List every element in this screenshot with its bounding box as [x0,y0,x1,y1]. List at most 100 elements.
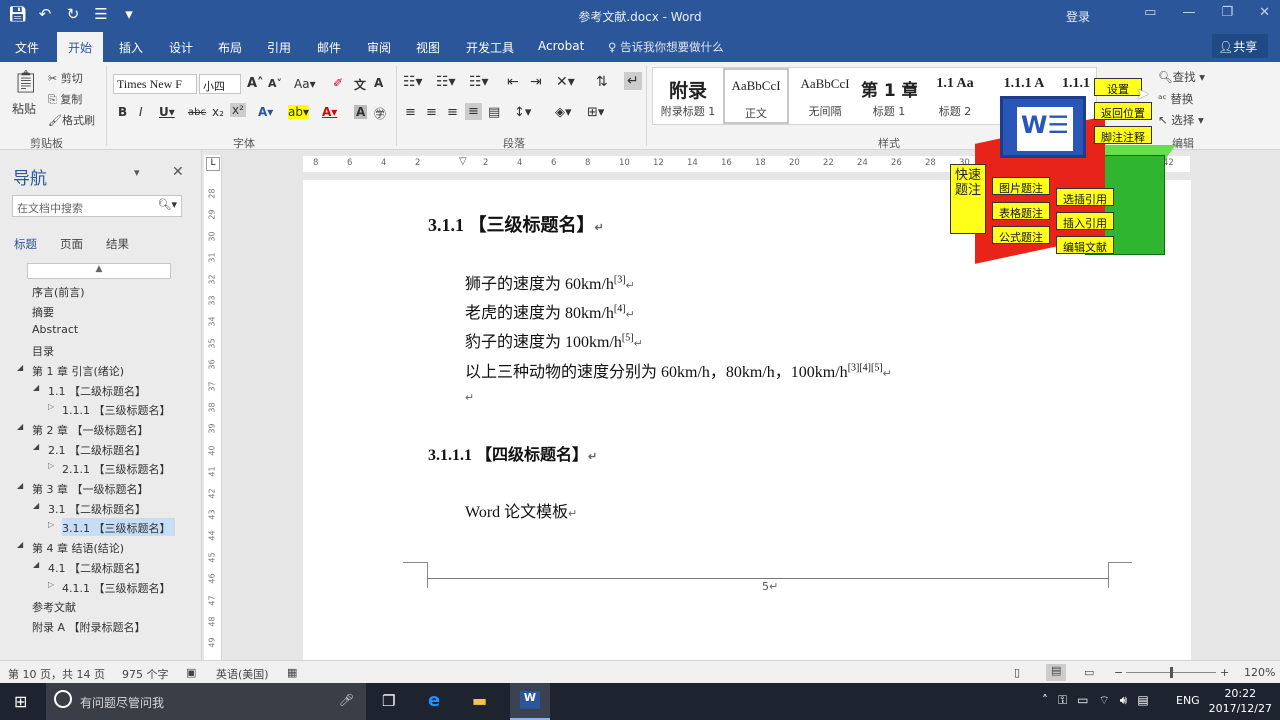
nav-heading-item[interactable]: 附录 A 【附录标题名】 [32,617,150,635]
strikethrough-icon[interactable]: abc [188,107,206,118]
font-color-icon[interactable]: A▾ [322,105,337,119]
italic-icon[interactable]: I [139,105,143,119]
style-heading-2[interactable]: 1.1 Aa 标题 2 [921,68,989,124]
empty-paragraph[interactable]: ↵ [465,388,474,406]
nav-search-input[interactable]: 在文档中搜索 🔍︎▾ [12,195,182,217]
footnote-label[interactable]: 脚注注释 [1094,126,1152,144]
edit-bibliography-label[interactable]: 编辑文献 [1056,236,1114,254]
distributed-icon[interactable]: ▤ [488,105,500,120]
superscript-icon[interactable]: x² [230,103,246,117]
style-heading-1[interactable]: 第 1 章 标题 1 [861,68,917,124]
paste-button[interactable]: 粘贴 [12,100,36,117]
tab-mailings[interactable]: 邮件 [317,39,341,56]
paste-icon[interactable]: 📋︎ [12,70,40,95]
increase-indent-icon[interactable]: ⇥ [530,74,542,90]
tab-home[interactable]: 开始 [57,32,104,62]
battery-icon[interactable]: ▭ [1077,693,1088,708]
figure-caption-label[interactable]: 图片题注 [992,177,1050,195]
settings-label[interactable]: 设置 [1094,78,1142,96]
nav-heading-item[interactable]: ◢ 2.1 【二级标题名】 [33,440,150,458]
char-shading-icon[interactable]: A [354,105,368,119]
nav-heading-item[interactable]: ▷ 2.1.1 【三级标题名】 [48,459,175,477]
network-icon[interactable]: ⚿ [1058,693,1067,708]
tray-expand-icon[interactable]: ˄ [1042,693,1048,708]
volume-icon[interactable]: 🔊︎ [1120,693,1128,708]
nav-position-indicator[interactable]: ▲ [27,263,171,279]
footer-page-number[interactable]: 5↵ [762,580,778,593]
nav-heading-item[interactable]: 序言(前言) [32,282,89,300]
page-count[interactable]: 第 10 页，共 14 页 [8,666,105,682]
heading-4[interactable]: 3.1.1.1 【四级标题名】↵ [428,441,597,465]
notification-icon[interactable]: ▤ [1137,693,1148,708]
tab-review[interactable]: 审阅 [367,39,391,56]
return-position-label[interactable]: 返回位置 [1094,102,1152,120]
collapse-arrow-icon[interactable]: ◢ [17,422,23,431]
word-taskbar-icon[interactable]: W [510,683,550,720]
grow-font-icon[interactable]: A˄ [247,76,264,91]
tab-design[interactable]: 设计 [169,39,193,56]
read-mode-icon[interactable]: ▯ [1014,666,1020,679]
nav-tab-pages[interactable]: 页面 [60,236,83,252]
expand-arrow-icon[interactable]: ▷ [48,580,54,589]
line-spacing-icon[interactable]: ↕▾ [514,105,531,120]
nav-heading-item[interactable]: ◢ 第 4 章 结语(结论) [17,538,128,556]
tab-developer[interactable]: 开发工具 [466,39,514,56]
asian-layout-icon[interactable]: ✕▾ [556,74,575,90]
nav-heading-item[interactable]: Abstract [32,321,82,339]
nav-heading-item[interactable]: 摘要 [32,302,58,320]
doc-line-4[interactable]: 以上三种动物的速度分别为 60km/h，80km/h，100km/h[3][4]… [465,358,892,382]
collapse-arrow-icon[interactable]: ◢ [33,383,39,392]
vertical-ruler[interactable]: L 28 29 30 31 32 33 34 35 36 37 38 39 40 41 42 43 44 45 46… [204,155,222,660]
bold-icon[interactable]: B [118,105,127,119]
tab-layout[interactable]: 布局 [218,39,242,56]
nav-heading-item[interactable]: ◢ 第 1 章 引言(绪论) [17,361,128,379]
copy-button[interactable]: ⎘ 复制 [48,91,82,107]
show-marks-icon[interactable]: ↵ [624,72,642,90]
web-layout-icon[interactable]: ▭ [1084,666,1094,679]
nav-options-icon[interactable]: ▾ [134,166,140,179]
collapse-arrow-icon[interactable]: ◢ [33,442,39,451]
maximize-icon[interactable]: ❐ [1221,5,1233,20]
search-icon[interactable]: 🔍︎▾ [158,198,178,211]
expand-arrow-icon[interactable]: ▷ [48,461,54,470]
expand-arrow-icon[interactable]: ▷ [48,402,54,411]
windows-start-icon[interactable]: ⊞ [14,692,27,711]
nav-heading-item[interactable]: ◢ 3.1 【二级标题名】 [33,499,150,517]
collapse-arrow-icon[interactable]: ◢ [17,540,23,549]
word-count[interactable]: 975 个字 [122,666,169,682]
underline-icon[interactable]: U▾ [159,105,175,119]
decrease-indent-icon[interactable]: ⇤ [507,74,519,90]
login-link[interactable]: 登录 [1066,8,1090,25]
nav-heading-item[interactable]: 目录 [32,341,58,359]
indent-marker-icon[interactable]: ▽ [459,156,467,167]
input-language[interactable]: ENG [1176,694,1200,707]
macro-icon[interactable]: ▦ [287,666,297,679]
tab-insert[interactable]: 插入 [119,39,143,56]
edge-icon[interactable]: e [428,690,440,711]
minimize-icon[interactable]: — [1182,5,1195,20]
zoom-slider-thumb[interactable] [1170,667,1173,678]
collapse-arrow-icon[interactable]: ◢ [17,363,23,372]
borders-icon[interactable]: ⊞▾ [587,105,604,120]
multilevel-list-icon[interactable]: ☷▾ [469,74,489,90]
text-effects-icon[interactable]: A▾ [258,105,273,119]
phonetic-icon[interactable]: 文 [354,76,366,93]
collapse-arrow-icon[interactable]: ◢ [33,560,39,569]
format-painter-button[interactable]: 🖌︎格式刷 [48,112,95,128]
style-normal[interactable]: AaBbCcI 正文 [723,68,789,124]
collapse-arrow-icon[interactable]: ◢ [33,501,39,510]
tab-selector-icon[interactable]: L [206,157,220,171]
wifi-icon[interactable]: ⌔ [1098,693,1109,708]
style-no-spacing[interactable]: AaBbCcI 无间隔 [791,68,859,124]
clear-format-icon[interactable]: ✐ [333,76,343,90]
align-center-icon[interactable]: ≡ [426,105,437,120]
expand-arrow-icon[interactable]: ▷ [48,520,54,529]
doc-line-3[interactable]: 豹子的速度为 100km/h[5]↵ [465,328,643,352]
align-left-icon[interactable]: ≡ [405,105,416,120]
nav-heading-item[interactable]: ▷ 4.1.1 【三级标题名】 [48,578,175,596]
doc-line-1[interactable]: 狮子的速度为 60km/h[3]↵ [465,270,635,294]
numbering-icon[interactable]: ☷▾ [436,74,456,90]
tab-acrobat[interactable]: Acrobat [538,39,584,53]
font-size-box[interactable]: 小四 [199,74,241,94]
zoom-level[interactable]: 120% [1244,666,1275,679]
